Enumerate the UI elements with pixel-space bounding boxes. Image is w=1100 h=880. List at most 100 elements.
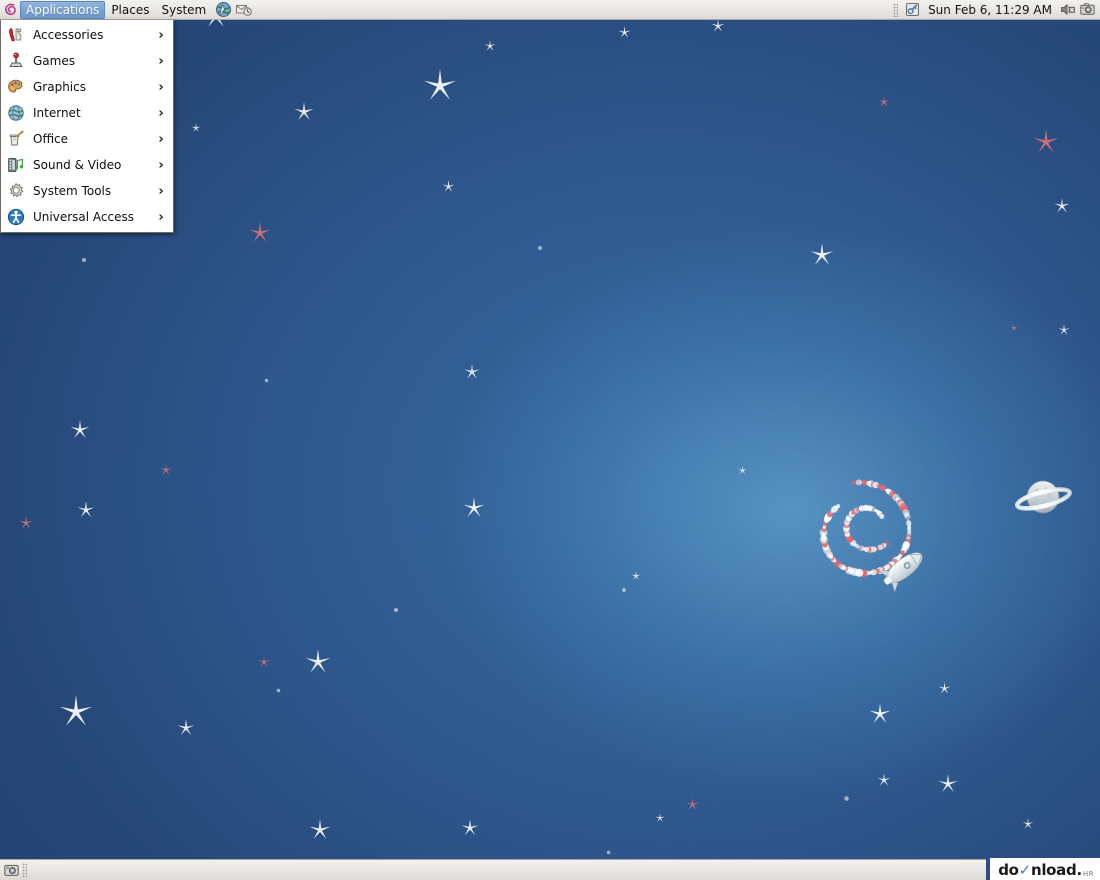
internet-icon (7, 104, 25, 122)
watermark-suffix: HR (1083, 870, 1094, 878)
menu-item-office[interactable]: Office › (1, 126, 173, 152)
show-desktop-icon[interactable] (3, 862, 19, 878)
menu-applications-label: Applications (26, 2, 99, 18)
watermark-dot: . (1076, 861, 1081, 879)
star-decoration (309, 819, 331, 841)
star-decoration (810, 243, 834, 267)
star-decoration (19, 516, 33, 530)
menu-places-label: Places (111, 1, 149, 19)
tray-drag-handle[interactable] (893, 3, 898, 17)
star-decoration (442, 180, 455, 193)
star-decoration (877, 773, 891, 787)
star-decoration (618, 26, 631, 39)
bottom-panel (0, 859, 1100, 880)
star-decoration (305, 649, 331, 675)
star-decoration (536, 244, 544, 252)
star-decoration (77, 501, 95, 519)
debian-swirl-icon[interactable] (2, 1, 20, 19)
star-decoration (484, 40, 496, 52)
star-decoration (842, 794, 851, 803)
menu-system[interactable]: System (155, 1, 212, 19)
clock[interactable]: Sun Feb 6, 11:29 AM (924, 3, 1056, 17)
watermark-text: do✓nload. (998, 861, 1082, 879)
sound-video-icon (7, 156, 25, 174)
menu-item-accessories-label: Accessories (33, 28, 155, 42)
star-decoration (263, 377, 270, 384)
mail-reader-icon[interactable] (234, 1, 252, 19)
web-browser-icon[interactable] (214, 1, 232, 19)
menu-item-games-label: Games (33, 54, 155, 68)
chevron-right-icon: › (155, 210, 167, 225)
star-decoration (177, 719, 195, 737)
menu-item-graphics[interactable]: Graphics › (1, 74, 173, 100)
menu-item-sound-video-label: Sound & Video (33, 158, 155, 172)
star-decoration (249, 222, 271, 244)
menu-system-label: System (161, 1, 206, 19)
top-panel: Applications Places System Sun Feb 6, 11… (0, 0, 1100, 20)
chevron-right-icon: › (155, 80, 167, 95)
window-list[interactable] (30, 862, 1097, 879)
screenshot-icon[interactable] (1079, 1, 1096, 18)
accessories-icon (7, 26, 25, 44)
star-decoration (423, 69, 457, 103)
office-icon (7, 130, 25, 148)
chevron-right-icon: › (155, 54, 167, 69)
notification-tray: Sun Feb 6, 11:29 AM (890, 1, 1098, 18)
applications-menu[interactable]: Accessories › Games › Graphics › Interne… (0, 20, 174, 233)
menu-item-internet-label: Internet (33, 106, 155, 120)
star-decoration (869, 703, 891, 725)
watermark-part-before: do (998, 861, 1018, 879)
wallpaper-space-art (800, 450, 1100, 620)
menu-places[interactable]: Places (105, 1, 155, 19)
star-decoration (1022, 818, 1034, 830)
star-decoration (461, 819, 479, 837)
star-decoration (294, 102, 314, 122)
star-decoration (160, 464, 172, 476)
menu-item-system-tools[interactable]: System Tools › (1, 178, 173, 204)
menu-item-office-label: Office (33, 132, 155, 146)
menu-item-graphics-label: Graphics (33, 80, 155, 94)
menu-item-internet[interactable]: Internet › (1, 100, 173, 126)
star-decoration (463, 497, 485, 519)
chevron-right-icon: › (155, 106, 167, 121)
games-icon (7, 52, 25, 70)
screen: Trash Applications Places System (0, 0, 1100, 880)
chevron-right-icon: › (155, 158, 167, 173)
star-decoration (631, 571, 641, 581)
star-decoration (711, 19, 725, 33)
keyring-update-icon[interactable] (904, 1, 921, 18)
menu-item-games[interactable]: Games › (1, 48, 173, 74)
volume-muted-icon[interactable] (1059, 1, 1076, 18)
star-decoration (258, 656, 270, 668)
star-decoration (620, 586, 628, 594)
star-decoration (655, 813, 665, 823)
watermark: do✓nload. HR (986, 856, 1100, 880)
window-list-drag-handle[interactable] (22, 863, 27, 877)
star-decoration (1058, 324, 1070, 336)
universal-access-icon (7, 208, 25, 226)
star-decoration (392, 606, 400, 614)
star-decoration (1054, 198, 1070, 214)
menu-item-accessories[interactable]: Accessories › (1, 22, 173, 48)
menu-item-sound-video[interactable]: Sound & Video › (1, 152, 173, 178)
watermark-check-icon: ✓ (1019, 861, 1031, 879)
star-decoration (686, 798, 699, 811)
star-decoration (70, 420, 90, 440)
system-tools-icon (7, 182, 25, 200)
star-decoration (80, 256, 88, 264)
star-decoration (1033, 129, 1059, 155)
star-decoration (878, 96, 890, 108)
chevron-right-icon: › (155, 184, 167, 199)
menu-item-universal-access-label: Universal Access (33, 210, 155, 224)
menu-item-universal-access[interactable]: Universal Access › (1, 204, 173, 230)
star-decoration (938, 774, 958, 794)
watermark-part-after: nload (1031, 861, 1077, 879)
menu-applications[interactable]: Applications (20, 1, 105, 19)
star-decoration (275, 687, 282, 694)
star-decoration (1010, 324, 1018, 332)
star-decoration (738, 466, 747, 475)
star-decoration (59, 695, 93, 729)
graphics-icon (7, 78, 25, 96)
star-decoration (938, 682, 951, 695)
menu-item-system-tools-label: System Tools (33, 184, 155, 198)
